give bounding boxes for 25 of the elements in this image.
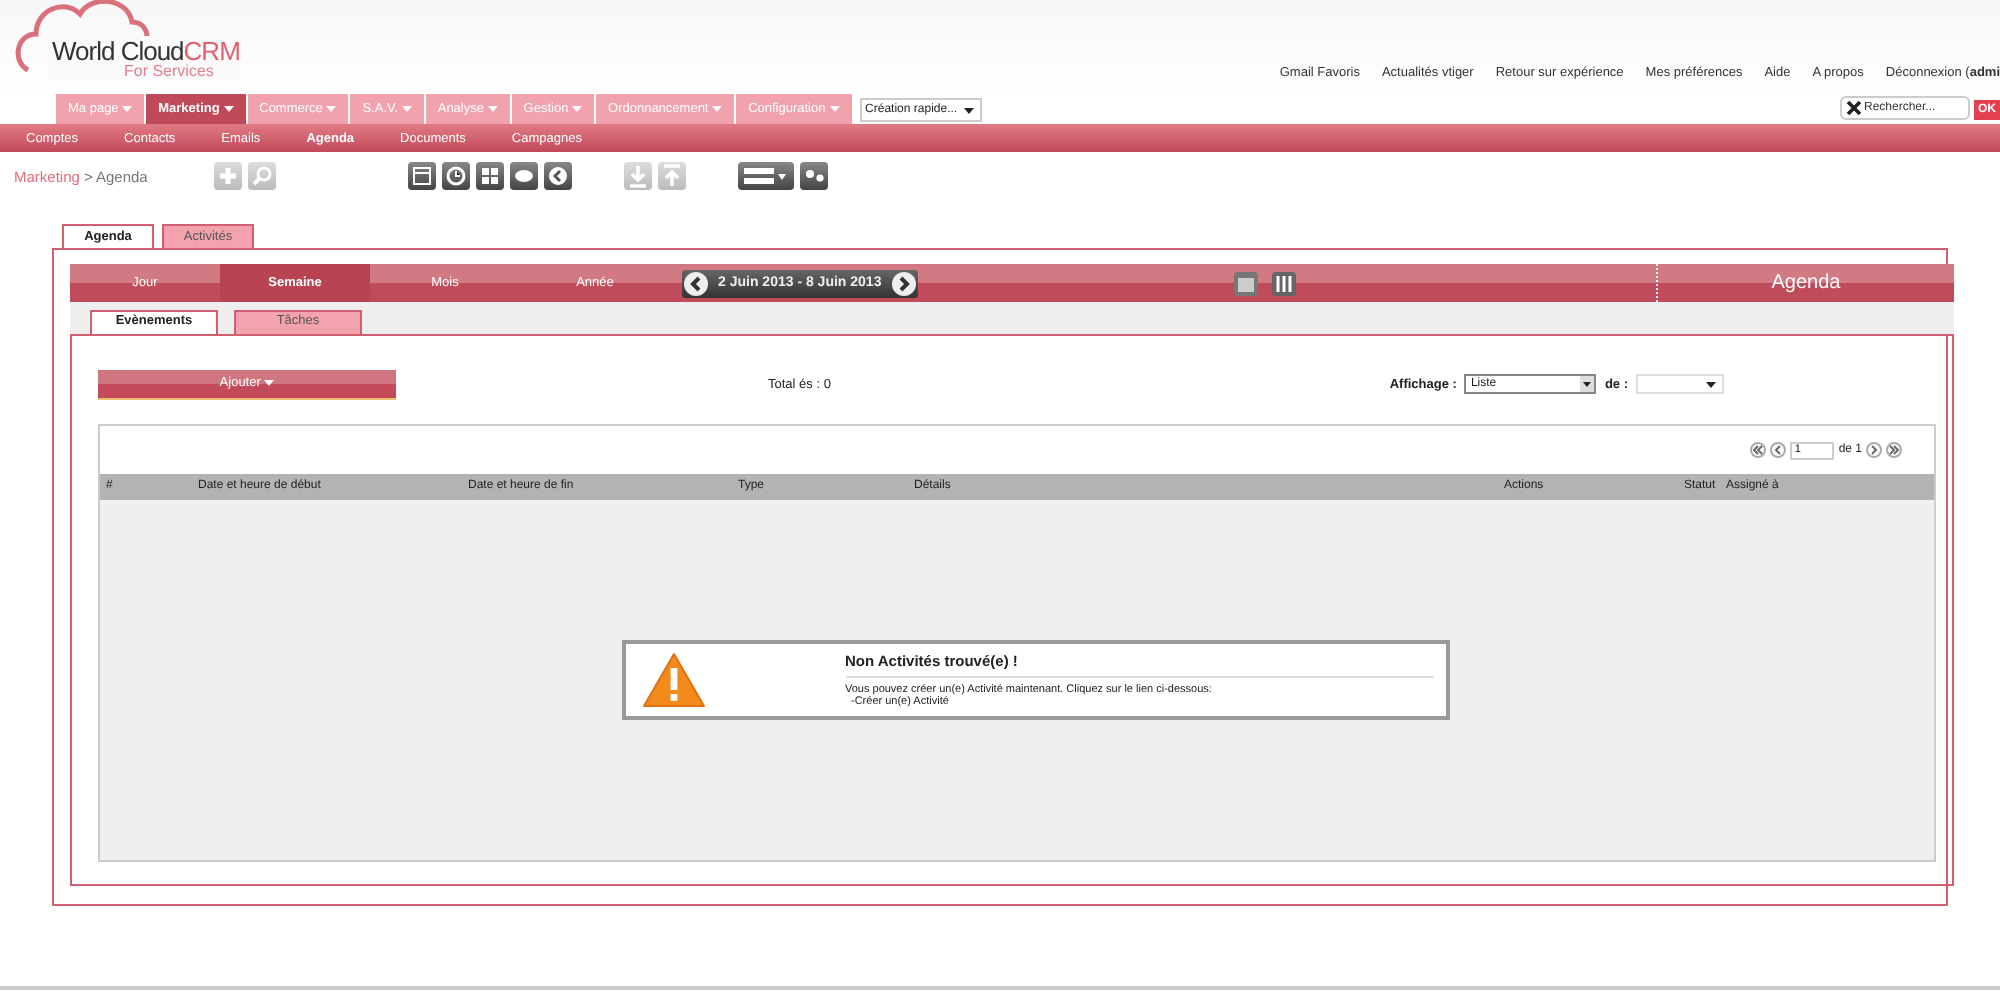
logo-subtitle: For Services bbox=[122, 61, 216, 79]
caret-icon bbox=[487, 105, 498, 112]
caret-icon bbox=[326, 105, 337, 112]
caret-icon bbox=[264, 380, 275, 386]
grid-icon[interactable] bbox=[476, 162, 504, 190]
last-page-icon[interactable] bbox=[1886, 442, 1902, 458]
caret-icon bbox=[572, 105, 583, 112]
first-page-icon[interactable] bbox=[1750, 442, 1767, 458]
sliders-icon[interactable] bbox=[1272, 271, 1296, 295]
dropdown-icon bbox=[1580, 376, 1595, 392]
warning-icon bbox=[641, 652, 705, 708]
caret-icon bbox=[829, 105, 840, 112]
caret-icon bbox=[223, 105, 234, 112]
clock-icon[interactable] bbox=[442, 162, 470, 190]
caret-icon bbox=[1706, 382, 1716, 388]
caret-icon bbox=[122, 105, 133, 112]
previous-button[interactable] bbox=[684, 271, 708, 295]
caret-icon bbox=[963, 108, 974, 114]
caret-icon bbox=[401, 105, 412, 112]
next-button[interactable] bbox=[891, 271, 916, 295]
next-page-icon[interactable] bbox=[1866, 442, 1882, 458]
previous-page-icon[interactable] bbox=[1770, 442, 1787, 458]
layout-icon[interactable] bbox=[738, 162, 794, 190]
logo-title: World CloudCRM bbox=[52, 35, 240, 65]
caret-icon bbox=[712, 105, 723, 112]
